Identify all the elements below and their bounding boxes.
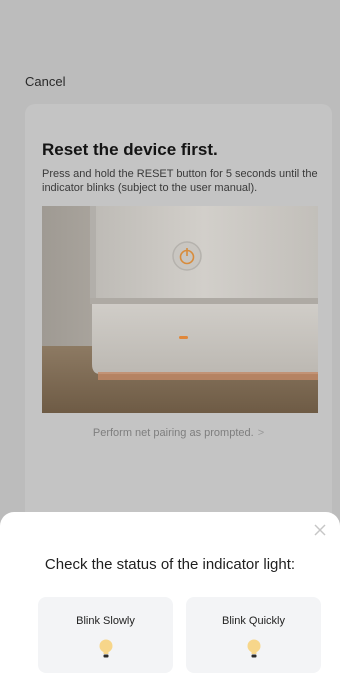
blink-slowly-label: Blink Slowly [76,615,135,627]
lightbulb-icon [247,639,260,658]
indicator-status-sheet: Check the status of the indicator light:… [0,512,340,673]
lightbulb-icon [99,639,112,658]
chevron-right-icon: > [257,427,265,439]
card-title: Reset the device first. [42,140,218,159]
screen-background: Cancel Reset the device first. Press and… [0,0,340,673]
blink-quickly-option[interactable]: Blink Quickly [186,597,321,673]
blink-slowly-option[interactable]: Blink Slowly [38,597,173,673]
device-photo [42,206,318,413]
net-pairing-link[interactable]: Perform net pairing as prompted. > [25,427,332,439]
sheet-title: Check the status of the indicator light: [44,556,296,573]
device-illustration [42,206,318,413]
cancel-button[interactable]: Cancel [25,74,65,89]
reset-instruction-card: Reset the device first. Press and hold t… [25,104,332,524]
net-pairing-link-label: Perform net pairing as prompted. [92,427,254,439]
blink-quickly-label: Blink Quickly [222,615,285,627]
close-icon[interactable] [312,522,328,538]
card-description: Press and hold the RESET button for 5 se… [42,168,318,194]
